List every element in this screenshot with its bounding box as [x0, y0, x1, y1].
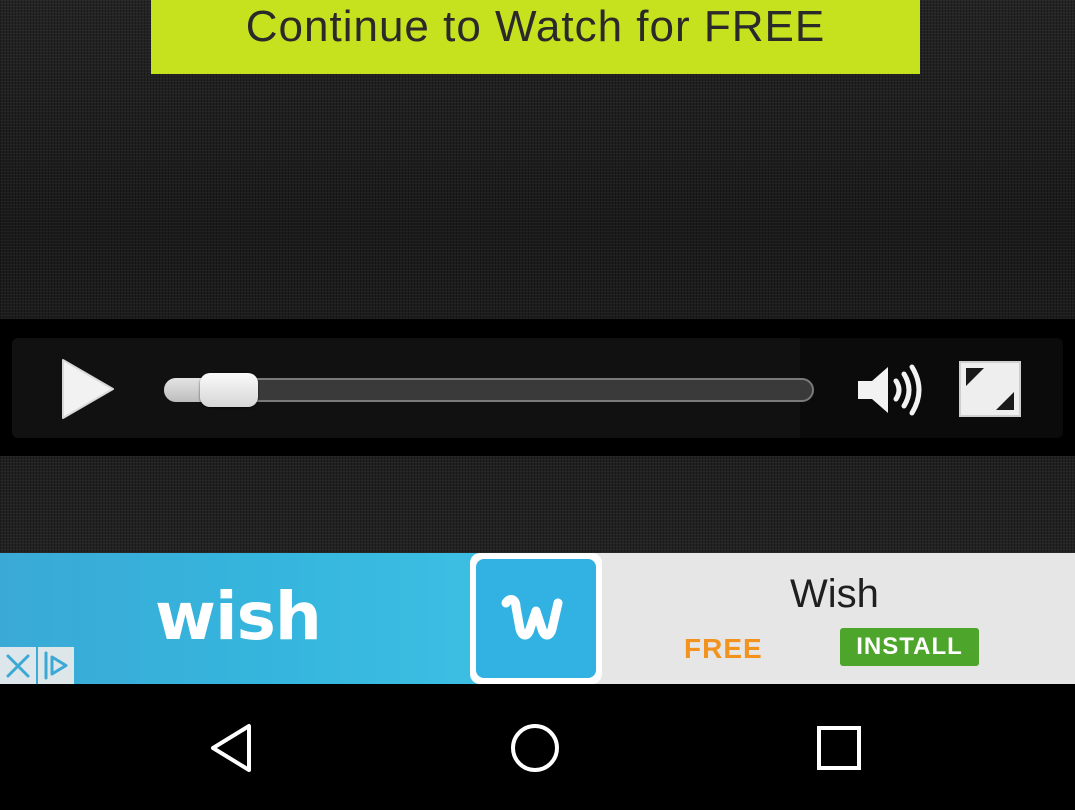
system-navigation-bar — [0, 684, 1075, 810]
wish-logo-icon — [476, 559, 596, 678]
volume-icon[interactable] — [854, 359, 924, 421]
close-icon[interactable] — [0, 647, 36, 684]
back-icon[interactable] — [205, 721, 259, 775]
play-icon[interactable] — [55, 356, 119, 422]
wish-w-glyph — [501, 594, 563, 639]
ad-app-name: Wish — [790, 572, 879, 616]
home-icon[interactable] — [508, 721, 562, 775]
continue-watching-button[interactable]: Continue to Watch for FREE — [151, 0, 920, 74]
adchoices-icon[interactable] — [38, 647, 74, 684]
ad-install-button[interactable]: INSTALL — [840, 628, 979, 666]
video-area[interactable]: Continue to Watch for FREE — [0, 0, 1075, 553]
recents-icon[interactable] — [812, 721, 866, 775]
ad-brand-wordmark: wish — [155, 578, 322, 655]
seek-bar-thumb[interactable] — [200, 373, 258, 407]
ad-banner[interactable]: wish Wish FREE INSTALL — [0, 553, 1075, 684]
ad-app-icon[interactable] — [470, 553, 602, 684]
seek-bar[interactable] — [164, 378, 814, 402]
ad-price-label: FREE — [684, 633, 763, 664]
fullscreen-icon[interactable] — [958, 360, 1022, 418]
player-controls-panel-right — [800, 338, 1063, 438]
